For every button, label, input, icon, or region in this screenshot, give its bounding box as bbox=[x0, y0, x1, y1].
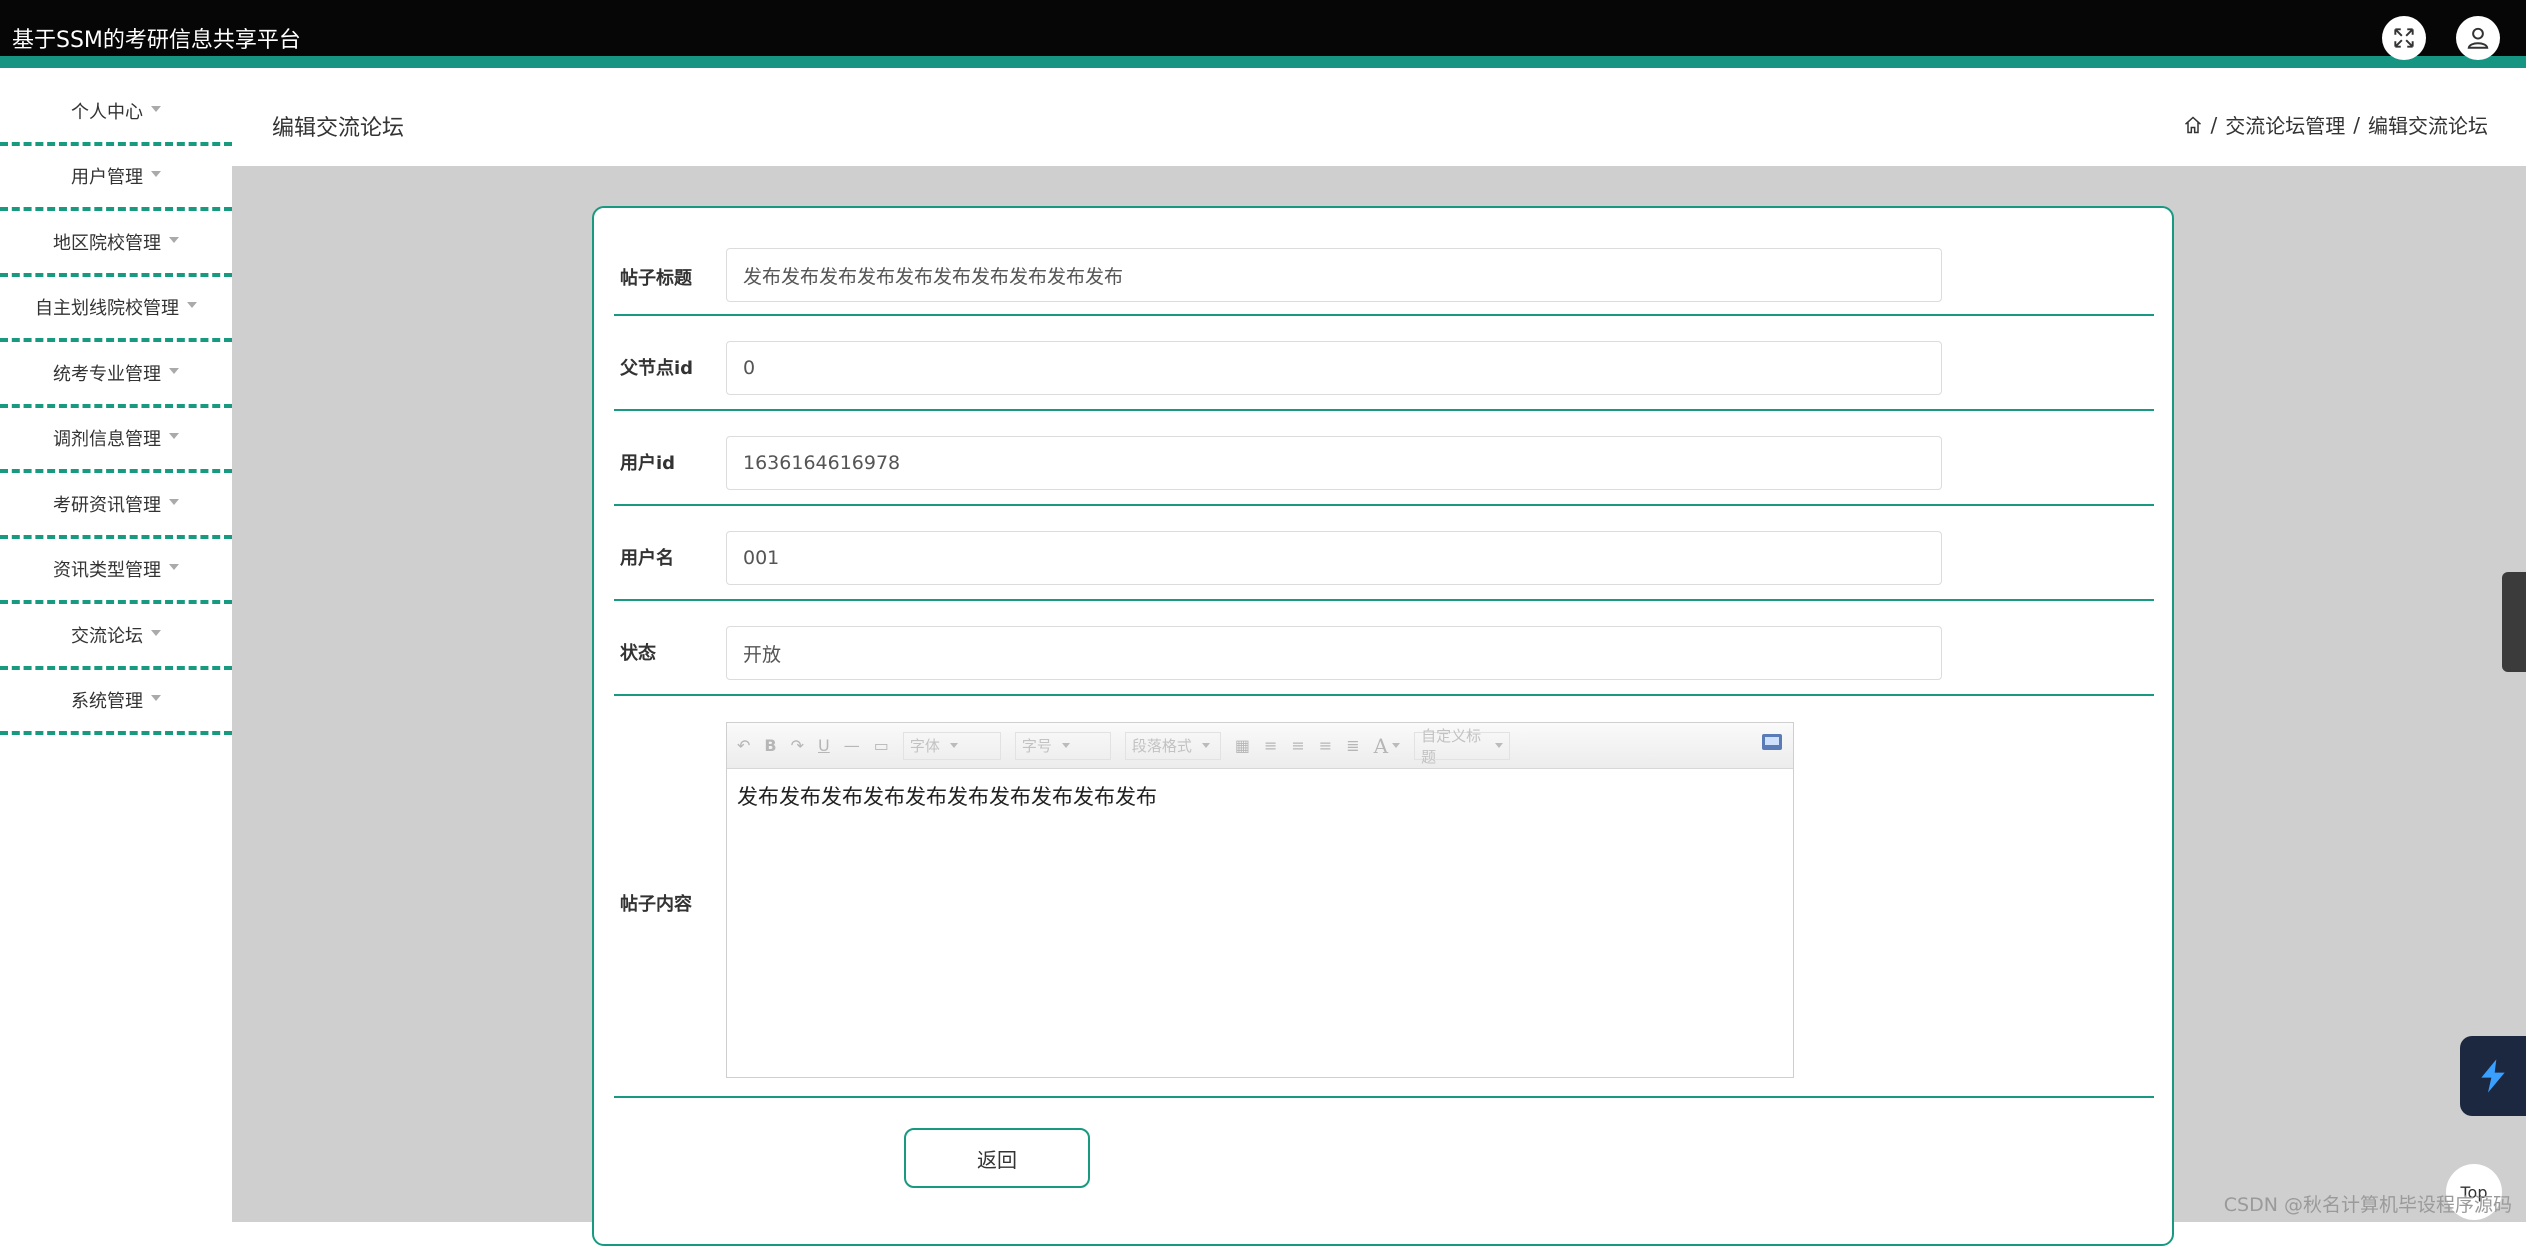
sidebar-item-system[interactable]: 系统管理 bbox=[0, 670, 232, 735]
editor-toolbar: ↶ B ↷ U — ▭ 字体 字号 段落格式 ▦ ≡ ≡ ≡ ≣ A 自定义标题 bbox=[727, 723, 1793, 769]
chevron-down-icon bbox=[1495, 743, 1504, 748]
align-right-icon[interactable]: ≡ bbox=[1291, 736, 1304, 755]
paragraph-format-select[interactable]: 段落格式 bbox=[1124, 731, 1221, 760]
sidebar-item-news[interactable]: 考研资讯管理 bbox=[0, 473, 232, 539]
font-size-select[interactable]: 字号 bbox=[1014, 731, 1111, 760]
main-content: 帖子标题 发布发布发布发布发布发布发布发布发布发布 父节点id 0 用户id 1… bbox=[232, 166, 2526, 1246]
custom-title-select[interactable]: 自定义标题 bbox=[1414, 727, 1511, 766]
form-row-status: 状态 开放 bbox=[614, 601, 2154, 696]
form-row-username: 用户名 001 bbox=[614, 506, 2154, 601]
caret-down-icon bbox=[169, 433, 179, 440]
caret-down-icon bbox=[151, 105, 161, 112]
breadcrumb-separator: / bbox=[2353, 112, 2360, 137]
field-label: 用户名 bbox=[620, 548, 674, 569]
font-family-label: 字体 bbox=[909, 737, 940, 755]
fullscreen-button[interactable] bbox=[2382, 16, 2426, 60]
field-label: 帖子内容 bbox=[620, 894, 692, 915]
breadcrumb: / 交流论坛管理 / 编辑交流论坛 bbox=[2183, 110, 2488, 139]
font-color-label: A bbox=[1373, 733, 1389, 758]
user-id-input[interactable]: 1636164616978 bbox=[726, 436, 1942, 490]
align-center-icon[interactable]: ≡ bbox=[1319, 736, 1332, 755]
sidebar-item-major[interactable]: 统考专业管理 bbox=[0, 342, 232, 408]
floating-app-button[interactable] bbox=[2460, 1036, 2526, 1116]
sidebar-item-label: 调剂信息管理 bbox=[53, 429, 161, 451]
caret-down-icon bbox=[169, 236, 179, 243]
sidebar: 个人中心 用户管理 地区院校管理 自主划线院校管理 统考专业管理 调剂信息管理 … bbox=[0, 80, 232, 1222]
sidebar-item-news-type[interactable]: 资讯类型管理 bbox=[0, 539, 232, 604]
lightning-icon bbox=[2481, 1059, 2505, 1093]
sidebar-item-personal-center[interactable]: 个人中心 bbox=[0, 80, 232, 146]
bold-button[interactable]: B bbox=[764, 736, 776, 755]
app-title: 基于SSM的考研信息共享平台 bbox=[12, 28, 301, 53]
sidebar-item-label: 自主划线院校管理 bbox=[35, 298, 179, 320]
underline-button[interactable]: U bbox=[818, 736, 830, 755]
font-color-button[interactable]: A bbox=[1373, 733, 1401, 758]
chevron-down-icon bbox=[1061, 743, 1070, 748]
sidebar-item-region-school[interactable]: 地区院校管理 bbox=[0, 211, 232, 277]
redo-icon[interactable]: ↷ bbox=[791, 736, 804, 755]
fullscreen-icon bbox=[2394, 28, 2414, 48]
sidebar-item-adjustment[interactable]: 调剂信息管理 bbox=[0, 408, 232, 473]
paragraph-format-label: 段落格式 bbox=[1131, 737, 1192, 755]
title-input[interactable]: 发布发布发布发布发布发布发布发布发布发布 bbox=[726, 248, 1942, 302]
parent-id-input[interactable]: 0 bbox=[726, 341, 1942, 395]
sidebar-item-self-line-school[interactable]: 自主划线院校管理 bbox=[0, 277, 232, 342]
field-label: 用户id bbox=[620, 453, 676, 474]
caret-down-icon bbox=[169, 564, 179, 571]
font-size-label: 字号 bbox=[1021, 737, 1052, 755]
editor-content[interactable]: 发布发布发布发布发布发布发布发布发布发布 bbox=[727, 769, 1793, 823]
breadcrumb-edit-forum: 编辑交流论坛 bbox=[2368, 114, 2488, 138]
sidebar-item-label: 个人中心 bbox=[71, 101, 143, 123]
chevron-down-icon bbox=[949, 743, 958, 748]
sidebar-item-label: 资讯类型管理 bbox=[53, 560, 161, 582]
font-family-select[interactable]: 字体 bbox=[902, 731, 1001, 760]
align-left-icon[interactable]: ≡ bbox=[1264, 736, 1277, 755]
username-input[interactable]: 001 bbox=[726, 531, 1942, 585]
table-icon[interactable]: ▦ bbox=[1235, 736, 1250, 755]
chevron-down-icon bbox=[1201, 743, 1210, 748]
sidebar-item-label: 统考专业管理 bbox=[53, 363, 161, 385]
field-label: 父节点id bbox=[620, 358, 694, 379]
sidebar-item-user-management[interactable]: 用户管理 bbox=[0, 146, 232, 211]
chevron-down-icon bbox=[1392, 743, 1401, 748]
sidebar-item-label: 系统管理 bbox=[71, 691, 143, 713]
side-drawer-handle[interactable] bbox=[2502, 572, 2526, 672]
user-avatar-button[interactable] bbox=[2456, 16, 2500, 60]
form-row-user-id: 用户id 1636164616978 bbox=[614, 411, 2154, 506]
align-justify-icon[interactable]: ≣ bbox=[1346, 736, 1359, 755]
rich-text-editor[interactable]: ↶ B ↷ U — ▭ 字体 字号 段落格式 ▦ ≡ ≡ ≡ ≣ A 自定义标题 bbox=[726, 722, 1794, 1078]
sidebar-item-label: 交流论坛 bbox=[71, 625, 143, 647]
format-painter-icon[interactable]: ▭ bbox=[874, 736, 889, 755]
caret-down-icon bbox=[151, 171, 161, 178]
page-title: 编辑交流论坛 bbox=[272, 116, 405, 141]
watermark: CSDN @秋名计算机毕设程序源码 bbox=[2223, 1194, 2512, 1216]
status-input[interactable]: 开放 bbox=[726, 626, 1942, 680]
horizontal-rule-icon[interactable]: — bbox=[844, 736, 860, 755]
undo-icon[interactable]: ↶ bbox=[737, 736, 750, 755]
home-icon[interactable] bbox=[2183, 115, 2203, 135]
field-label: 状态 bbox=[620, 643, 656, 664]
caret-down-icon bbox=[151, 629, 161, 636]
edit-form-card: 帖子标题 发布发布发布发布发布发布发布发布发布发布 父节点id 0 用户id 1… bbox=[592, 206, 2174, 1246]
caret-down-icon bbox=[187, 302, 197, 309]
caret-down-icon bbox=[169, 498, 179, 505]
back-button[interactable]: 返回 bbox=[904, 1128, 1090, 1188]
form-row-title: 帖子标题 发布发布发布发布发布发布发布发布发布发布 bbox=[614, 208, 2154, 316]
sidebar-item-label: 考研资讯管理 bbox=[53, 494, 161, 516]
caret-down-icon bbox=[169, 367, 179, 374]
sidebar-item-forum[interactable]: 交流论坛 bbox=[0, 604, 232, 670]
sidebar-item-label: 用户管理 bbox=[71, 167, 143, 189]
top-bar: 基于SSM的考研信息共享平台 bbox=[0, 0, 2526, 68]
field-label: 帖子标题 bbox=[620, 268, 692, 289]
sidebar-item-label: 地区院校管理 bbox=[53, 232, 161, 254]
caret-down-icon bbox=[151, 695, 161, 702]
custom-title-label: 自定义标题 bbox=[1421, 726, 1482, 766]
page-header: 编辑交流论坛 / 交流论坛管理 / 编辑交流论坛 bbox=[232, 80, 2526, 166]
form-row-parent-id: 父节点id 0 bbox=[614, 316, 2154, 411]
source-code-icon[interactable] bbox=[1761, 733, 1783, 751]
breadcrumb-forum-management[interactable]: 交流论坛管理 bbox=[2225, 110, 2345, 139]
breadcrumb-separator: / bbox=[2210, 112, 2218, 137]
form-row-content: 帖子内容 ↶ B ↷ U — ▭ 字体 字号 段落格式 ▦ ≡ ≡ ≡ ≣ A … bbox=[614, 696, 2154, 1098]
user-icon bbox=[2467, 27, 2489, 49]
